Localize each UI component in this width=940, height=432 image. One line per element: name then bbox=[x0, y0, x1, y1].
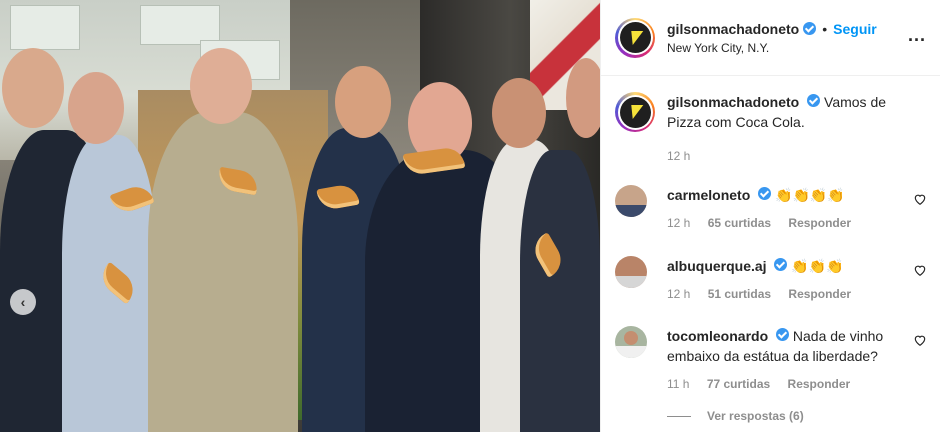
view-replies-label: Ver respostas (6) bbox=[707, 409, 804, 423]
heart-icon[interactable] bbox=[913, 192, 927, 206]
heart-icon[interactable] bbox=[913, 333, 927, 347]
person-head bbox=[492, 78, 546, 148]
person-right bbox=[520, 150, 600, 432]
commenter-username[interactable]: carmeloneto bbox=[667, 187, 750, 203]
previous-image-button[interactable]: ‹ bbox=[10, 289, 36, 315]
lightning-icon bbox=[626, 30, 644, 45]
reply-button[interactable]: Responder bbox=[788, 287, 851, 301]
heart-icon[interactable] bbox=[913, 263, 927, 277]
separator-dot: • bbox=[822, 20, 828, 37]
person-head bbox=[566, 58, 600, 138]
post-side-panel: gilsonmachadoneto • Seguir New York City… bbox=[600, 0, 940, 432]
comment-timestamp[interactable]: 12 h bbox=[667, 287, 690, 301]
follow-button[interactable]: Seguir bbox=[833, 21, 877, 37]
divider-line bbox=[667, 415, 691, 417]
comment-item: albuquerque.aj 👏👏👏 12 h 51 curtidas Resp… bbox=[615, 256, 927, 301]
comment-likes[interactable]: 65 curtidas bbox=[708, 216, 771, 230]
post-photo: ‹ bbox=[0, 0, 600, 432]
comment-likes[interactable]: 77 curtidas bbox=[707, 377, 770, 391]
reply-button[interactable]: Responder bbox=[788, 377, 851, 391]
caption-timestamp[interactable]: 12 h bbox=[667, 149, 690, 163]
person-khaki bbox=[148, 112, 298, 432]
more-options-icon[interactable]: ... bbox=[908, 26, 926, 44]
comment-timestamp[interactable]: 12 h bbox=[667, 216, 690, 230]
person-head bbox=[335, 66, 391, 138]
verified-badge-icon bbox=[803, 22, 817, 35]
verified-badge-icon bbox=[774, 258, 788, 271]
post-location[interactable]: New York City, N.Y. bbox=[667, 41, 877, 55]
author-avatar[interactable] bbox=[615, 92, 655, 132]
post-header: gilsonmachadoneto • Seguir New York City… bbox=[601, 0, 940, 76]
verified-badge-icon bbox=[807, 94, 821, 107]
verified-badge-icon bbox=[776, 328, 790, 341]
comment-item: tocomleonardo Nada de vinho embaixo da e… bbox=[615, 326, 927, 391]
commenter-username[interactable]: albuquerque.aj bbox=[667, 258, 767, 274]
pizza-box bbox=[10, 5, 80, 50]
comment-likes[interactable]: 51 curtidas bbox=[708, 287, 771, 301]
reply-button[interactable]: Responder bbox=[788, 216, 851, 230]
person-head bbox=[190, 48, 252, 124]
pizza-box bbox=[140, 5, 220, 45]
commenter-avatar[interactable] bbox=[615, 185, 647, 217]
comment-timestamp[interactable]: 11 h bbox=[667, 377, 689, 391]
lightning-icon bbox=[626, 105, 644, 119]
comment-item: carmeloneto 👏👏👏👏 12 h 65 curtidas Respon… bbox=[615, 185, 927, 230]
caption-username[interactable]: gilsonmachadoneto bbox=[667, 94, 799, 110]
view-replies-button[interactable]: Ver respostas (6) bbox=[667, 409, 804, 423]
commenter-avatar[interactable] bbox=[615, 256, 647, 288]
author-avatar[interactable] bbox=[615, 17, 655, 58]
post-caption: gilsonmachadoneto Vamos de Pizza com Coc… bbox=[601, 76, 940, 132]
comment-text: 👏👏👏 bbox=[791, 258, 844, 274]
commenter-username[interactable]: tocomleonardo bbox=[667, 328, 768, 344]
person-head bbox=[2, 48, 64, 128]
comment-text: 👏👏👏👏 bbox=[775, 187, 845, 203]
chevron-left-icon: ‹ bbox=[20, 294, 26, 310]
commenter-avatar[interactable] bbox=[615, 326, 647, 358]
person-head bbox=[68, 72, 124, 144]
verified-badge-icon bbox=[758, 187, 772, 200]
author-username[interactable]: gilsonmachadoneto bbox=[667, 21, 799, 37]
